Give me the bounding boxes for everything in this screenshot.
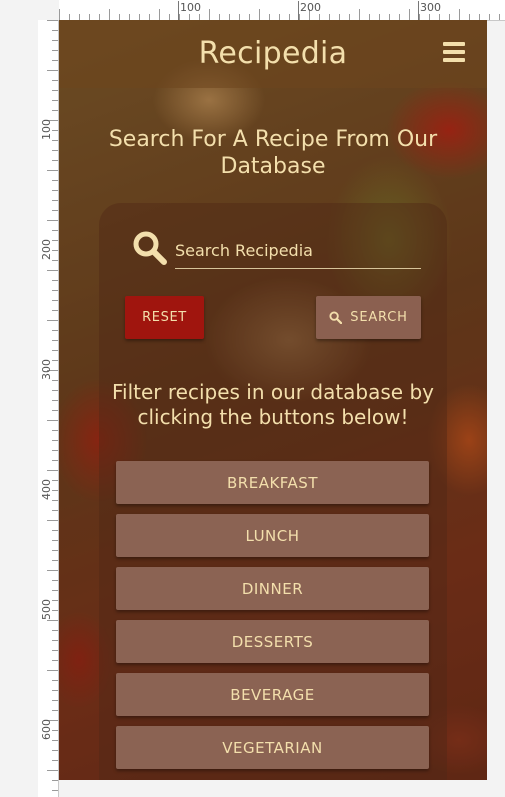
ruler-top-label: 200 [298,1,321,20]
app-viewport: Recipedia Search For A Recipe From Our D… [59,20,487,780]
navbar: Recipedia [59,20,487,88]
filter-button-beverage[interactable]: BEVERAGE [116,673,429,716]
ruler-left-label: 600 [40,719,53,740]
filter-button-desserts[interactable]: DESSERTS [116,620,429,663]
filter-button-breakfast[interactable]: BREAKFAST [116,461,429,504]
search-button[interactable]: SEARCH [316,296,421,339]
ruler-left-label: 200 [40,239,53,260]
filter-button-dinner[interactable]: DINNER [116,567,429,610]
ruler-top-label: 100 [178,1,201,20]
ruler-top-label: 300 [418,1,441,20]
ruler-left-label: 100 [40,119,53,140]
search-button-icon [329,311,343,324]
hamburger-menu-icon[interactable] [443,42,465,64]
filter-button-vegetarian[interactable]: VEGETARIAN [116,726,429,769]
search-input[interactable] [175,232,421,269]
ruler-top: 100 200 300 [59,0,505,21]
filter-heading: Filter recipes in our database by clicki… [111,380,434,429]
ruler-left-label: 400 [40,479,53,500]
ruler-left-label: 300 [40,359,53,380]
brand-title[interactable]: Recipedia [59,36,487,71]
ruler-left-label: 500 [40,599,53,620]
search-heading: Search For A Recipe From Our Database [108,127,438,179]
magnifier-icon [133,231,167,265]
filter-list: BREAKFAST LUNCH DINNER DESSERTS BEVERAGE… [116,461,429,769]
search-button-label: SEARCH [350,310,408,325]
filter-button-lunch[interactable]: LUNCH [116,514,429,557]
reset-button[interactable]: RESET [125,296,204,339]
